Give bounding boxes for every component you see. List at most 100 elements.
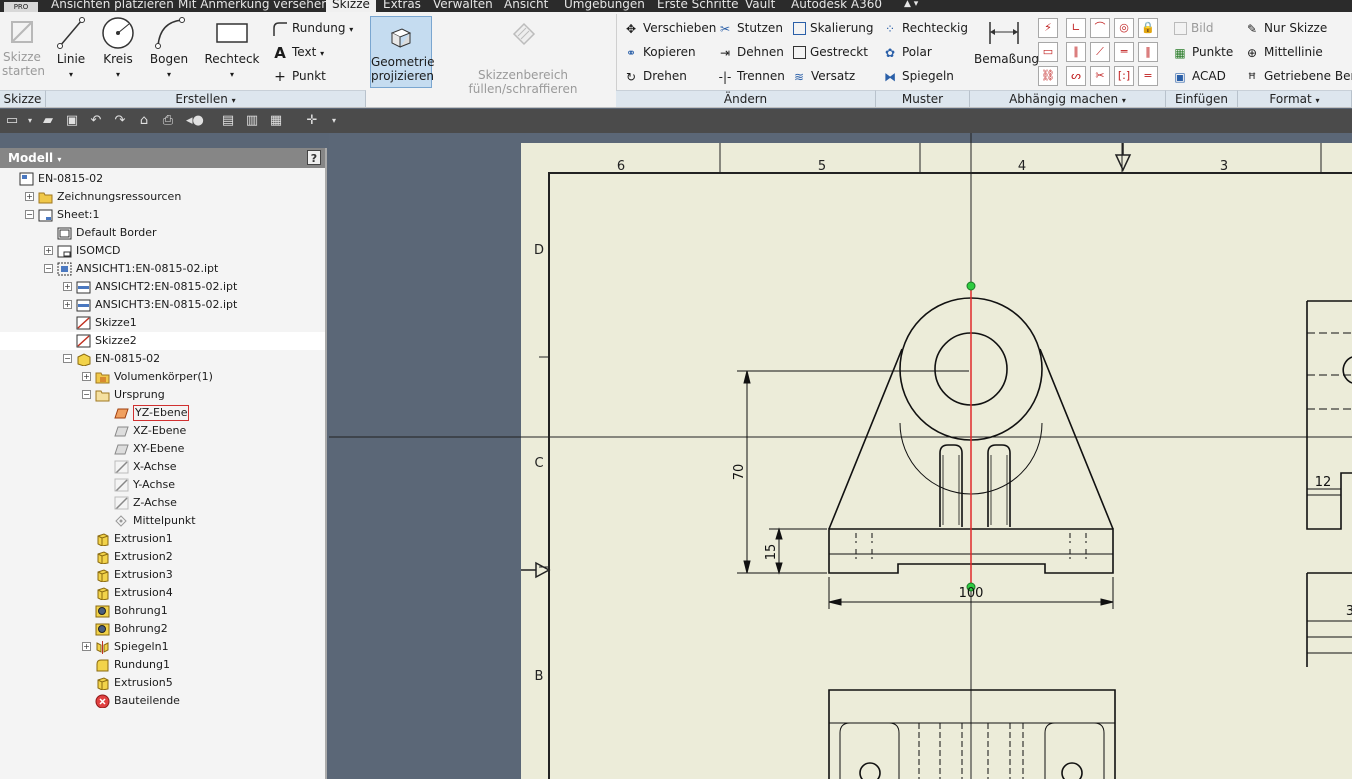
- getriebene-bemassung-button[interactable]: Ħ Getriebene Bema: [1244, 66, 1352, 86]
- dim-height-70[interactable]: 70: [732, 464, 747, 481]
- undo-icon[interactable]: ↶: [88, 113, 104, 129]
- dim-width-100[interactable]: 100: [959, 586, 984, 601]
- panel-format[interactable]: Format ▾: [1238, 90, 1352, 107]
- expand-icon[interactable]: +: [63, 300, 72, 309]
- constraint-equal-length-icon[interactable]: =: [1138, 66, 1158, 86]
- dehnen-button[interactable]: ⇥ Dehnen: [717, 42, 784, 62]
- constraint-parallel-icon[interactable]: ∥: [1066, 42, 1086, 62]
- verschieben-button[interactable]: ✥ Verschieben: [623, 18, 716, 38]
- punkt-button[interactable]: + Punkt: [272, 66, 326, 86]
- help-icon[interactable]: ?: [307, 150, 321, 165]
- tab-ansicht[interactable]: Ansicht: [504, 0, 548, 12]
- constraint-perpendicular-icon[interactable]: ∟: [1066, 18, 1086, 38]
- linie-button[interactable]: Linie ▾: [52, 16, 90, 82]
- expand-icon[interactable]: +: [82, 642, 91, 651]
- tree-node-ansicht1[interactable]: − ANSICHT1:EN-0815-02.ipt: [0, 260, 325, 278]
- kopieren-button[interactable]: ⚭ Kopieren: [623, 42, 696, 62]
- tree-node-bohrung2[interactable]: Bohrung2: [0, 620, 325, 638]
- tree-node-ursprung[interactable]: − Ursprung: [0, 386, 325, 404]
- tree-node-en-0815-02-drawing[interactable]: EN-0815-02: [0, 170, 325, 188]
- home-icon[interactable]: ⌂: [136, 113, 152, 129]
- constraint-relax-icon[interactable]: ⛓: [1038, 66, 1058, 86]
- tree-node-bohrung1[interactable]: Bohrung1: [0, 602, 325, 620]
- tree-node-skizze1[interactable]: Skizze1: [0, 314, 325, 332]
- collapse-icon[interactable]: −: [25, 210, 34, 219]
- tree-node-extrusion2[interactable]: Extrusion2: [0, 548, 325, 566]
- tree-node-mittelpunkt[interactable]: Mittelpunkt: [0, 512, 325, 530]
- constraint-equal-icon[interactable]: [:]: [1114, 66, 1134, 86]
- expand-icon[interactable]: +: [25, 192, 34, 201]
- browser-header[interactable]: Modell ▾ ?: [0, 148, 325, 168]
- trennen-button[interactable]: -|- Trennen: [717, 66, 785, 86]
- panel-abhaengig-machen[interactable]: Abhängig machen ▾: [970, 90, 1166, 107]
- tab-extras[interactable]: Extras: [383, 0, 421, 12]
- mittellinie-button[interactable]: ⊕ Mittellinie: [1244, 42, 1323, 62]
- new-dropdown-icon[interactable]: ▾: [22, 113, 38, 129]
- tree-node-zeichnungsressourcen[interactable]: + Zeichnungsressourcen: [0, 188, 325, 206]
- new-icon[interactable]: ▭: [4, 113, 20, 129]
- drawing-canvas[interactable]: 6 5 4 3 D C B 70 15 100 12 3: [329, 133, 1352, 779]
- tree-node-volumenkoerper[interactable]: + Volumenkörper(1): [0, 368, 325, 386]
- collapse-icon[interactable]: −: [44, 264, 53, 273]
- tree-node-yz-ebene[interactable]: YZ-Ebene: [0, 404, 325, 422]
- appearance-icon[interactable]: ▦: [268, 113, 284, 129]
- dim-side-3[interactable]: 3: [1346, 604, 1352, 619]
- text-button[interactable]: A Text ▾: [272, 42, 324, 62]
- tab-autodesk-a360[interactable]: Autodesk A360: [791, 0, 882, 12]
- expand-icon[interactable]: +: [63, 282, 72, 291]
- tab-erste-schritte[interactable]: Erste Schritte: [657, 0, 739, 12]
- tree-node-isomcd[interactable]: + ISOMCD: [0, 242, 325, 260]
- customize-dropdown-icon[interactable]: ▾: [326, 113, 342, 129]
- constraint-coincident-icon[interactable]: ⚡: [1038, 18, 1058, 38]
- polar-button[interactable]: ✿ Polar: [882, 42, 932, 62]
- constraint-collinear-icon[interactable]: ⟋: [1090, 42, 1110, 62]
- collapse-icon[interactable]: −: [82, 390, 91, 399]
- tree-node-rundung1[interactable]: Rundung1: [0, 656, 325, 674]
- tree-node-extrusion4[interactable]: Extrusion4: [0, 584, 325, 602]
- tab-verwalten[interactable]: Verwalten: [433, 0, 493, 12]
- tree-node-ansicht3[interactable]: + ANSICHT3:EN-0815-02.ipt: [0, 296, 325, 314]
- constraint-horizontal-icon[interactable]: ═: [1114, 42, 1134, 62]
- bemassung-button[interactable]: Bemaßung: [974, 16, 1039, 66]
- constraint-auto-icon[interactable]: ▭: [1038, 42, 1058, 62]
- tree-node-extrusion1[interactable]: Extrusion1: [0, 530, 325, 548]
- collapse-icon[interactable]: −: [63, 354, 72, 363]
- stutzen-button[interactable]: ✂ Stutzen: [717, 18, 783, 38]
- dim-side-12[interactable]: 12: [1315, 475, 1332, 490]
- expand-icon[interactable]: +: [44, 246, 53, 255]
- tree-node-sheet-1[interactable]: − Sheet:1: [0, 206, 325, 224]
- tree-node-bauteilende[interactable]: Bauteilende: [0, 692, 325, 710]
- bild-button[interactable]: Bild: [1172, 18, 1214, 38]
- tab-ansichten-platzieren[interactable]: Ansichten platzieren: [51, 0, 174, 12]
- nur-skizze-button[interactable]: ✎ Nur Skizze: [1244, 18, 1327, 38]
- kreis-button[interactable]: Kreis ▾: [98, 16, 138, 82]
- constraint-smooth-icon[interactable]: ᔕ: [1066, 66, 1086, 86]
- tree-node-spiegeln1[interactable]: + Spiegeln1: [0, 638, 325, 656]
- acad-button[interactable]: ▣ ACAD: [1172, 66, 1226, 86]
- constraint-concentric-icon[interactable]: ◎: [1114, 18, 1134, 38]
- return-icon[interactable]: ▥: [244, 113, 260, 129]
- rundung-button[interactable]: Rundung ▾: [272, 18, 353, 38]
- tree-node-y-achse[interactable]: Y-Achse: [0, 476, 325, 494]
- print-icon[interactable]: ⎙: [160, 113, 176, 129]
- skizzenbereich-fuellen-button[interactable]: Skizzenbereich füllen/schraffieren: [434, 16, 612, 96]
- constraint-vertical-icon[interactable]: ‖: [1138, 42, 1158, 62]
- panel-erstellen[interactable]: Erstellen ▾: [46, 90, 366, 107]
- select-icon[interactable]: ◂●: [186, 113, 204, 129]
- spiegeln-button[interactable]: ⧓ Spiegeln: [882, 66, 954, 86]
- open-icon[interactable]: ▰: [40, 113, 56, 129]
- crosshair-icon[interactable]: ✛: [304, 113, 320, 129]
- drehen-button[interactable]: ↻ Drehen: [623, 66, 687, 86]
- tree-node-xz-ebene[interactable]: XZ-Ebene: [0, 422, 325, 440]
- gestreckt-button[interactable]: Gestreckt: [791, 42, 868, 62]
- versatz-button[interactable]: ≋ Versatz: [791, 66, 855, 86]
- sketch-point-top[interactable]: [966, 281, 976, 291]
- dim-base-15[interactable]: 15: [764, 544, 779, 561]
- tab-mit-anmerkung-versehen[interactable]: Mit Anmerkung versehen: [178, 0, 329, 12]
- update-icon[interactable]: ▤: [220, 113, 236, 129]
- geometrie-projizieren-button[interactable]: Geometrie projizieren: [370, 16, 434, 88]
- tab-umgebungen[interactable]: Umgebungen: [564, 0, 645, 12]
- tree-node-extrusion3[interactable]: Extrusion3: [0, 566, 325, 584]
- bogen-button[interactable]: Bogen ▾: [148, 16, 190, 82]
- tab-skizze[interactable]: Skizze: [326, 0, 376, 12]
